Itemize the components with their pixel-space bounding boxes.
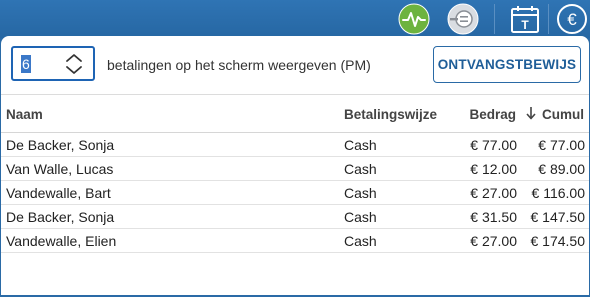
cell-amount: € 27.00: [470, 185, 517, 201]
receipt-button[interactable]: ONTVANGSTBEWIJS: [433, 46, 581, 83]
cell-cumul: € 174.50: [530, 233, 586, 249]
top-toolbar: T €: [0, 0, 590, 38]
table-row[interactable]: Van Walle, Lucas Cash € 12.00 € 89.00: [1, 157, 589, 181]
euro-symbol: €: [567, 10, 577, 29]
cell-amount: € 77.00: [470, 137, 517, 153]
calendar-letter: T: [521, 18, 529, 32]
activity-icon[interactable]: [398, 3, 430, 35]
cell-cumul: € 147.50: [530, 209, 586, 225]
cell-name: Vandewalle, Elien: [6, 233, 117, 249]
column-header-name[interactable]: Naam: [6, 107, 43, 122]
count-stepper[interactable]: 6: [11, 46, 95, 81]
table-body: De Backer, Sonja Cash € 77.00 € 77.00 Van Wa…: [1, 133, 589, 253]
cell-cumul: € 77.00: [538, 137, 585, 153]
count-label: betalingen op het scherm weergeven (PM): [107, 57, 371, 73]
display-controls: 6 betalingen op het scherm weergeven (PM…: [1, 36, 589, 94]
count-value[interactable]: 6: [21, 55, 31, 73]
table-row[interactable]: De Backer, Sonja Cash € 31.50 € 147.50: [1, 205, 589, 229]
cell-cumul: € 89.00: [538, 161, 585, 177]
sort-arrow-icon[interactable]: [525, 105, 537, 121]
cell-method: Cash: [344, 233, 377, 249]
payments-table: Naam Betalingswijze Bedrag Cumul De Back…: [1, 95, 589, 253]
toolbar-separator: [494, 4, 495, 34]
cell-name: Vandewalle, Bart: [6, 185, 111, 201]
payments-panel: 6 betalingen op het scherm weergeven (PM…: [1, 36, 589, 295]
column-header-cumul[interactable]: Cumul: [542, 107, 584, 122]
calendar-icon[interactable]: T: [509, 3, 541, 35]
cell-name: Van Walle, Lucas: [6, 161, 114, 177]
cell-cumul: € 116.00: [531, 185, 585, 201]
column-header-amount[interactable]: Bedrag: [469, 107, 516, 122]
table-row[interactable]: Vandewalle, Elien Cash € 27.00 € 174.50: [1, 229, 589, 253]
column-header-method[interactable]: Betalingswijze: [344, 107, 437, 122]
table-row[interactable]: De Backer, Sonja Cash € 77.00 € 77.00: [1, 133, 589, 157]
table-header: Naam Betalingswijze Bedrag Cumul: [1, 95, 589, 133]
stepper-arrows-icon[interactable]: [64, 52, 84, 76]
cell-method: Cash: [344, 209, 377, 225]
euro-icon[interactable]: €: [556, 3, 588, 35]
cell-method: Cash: [344, 137, 377, 153]
cell-name: De Backer, Sonja: [6, 209, 115, 225]
table-row[interactable]: Vandewalle, Bart Cash € 27.00 € 116.00: [1, 181, 589, 205]
cell-name: De Backer, Sonja: [6, 137, 115, 153]
toolbar-separator: [548, 4, 549, 34]
cell-amount: € 12.00: [470, 161, 517, 177]
cell-method: Cash: [344, 185, 377, 201]
cell-method: Cash: [344, 161, 377, 177]
cell-amount: € 27.00: [470, 233, 517, 249]
cell-amount: € 31.50: [470, 209, 517, 225]
plug-icon[interactable]: [447, 3, 479, 35]
